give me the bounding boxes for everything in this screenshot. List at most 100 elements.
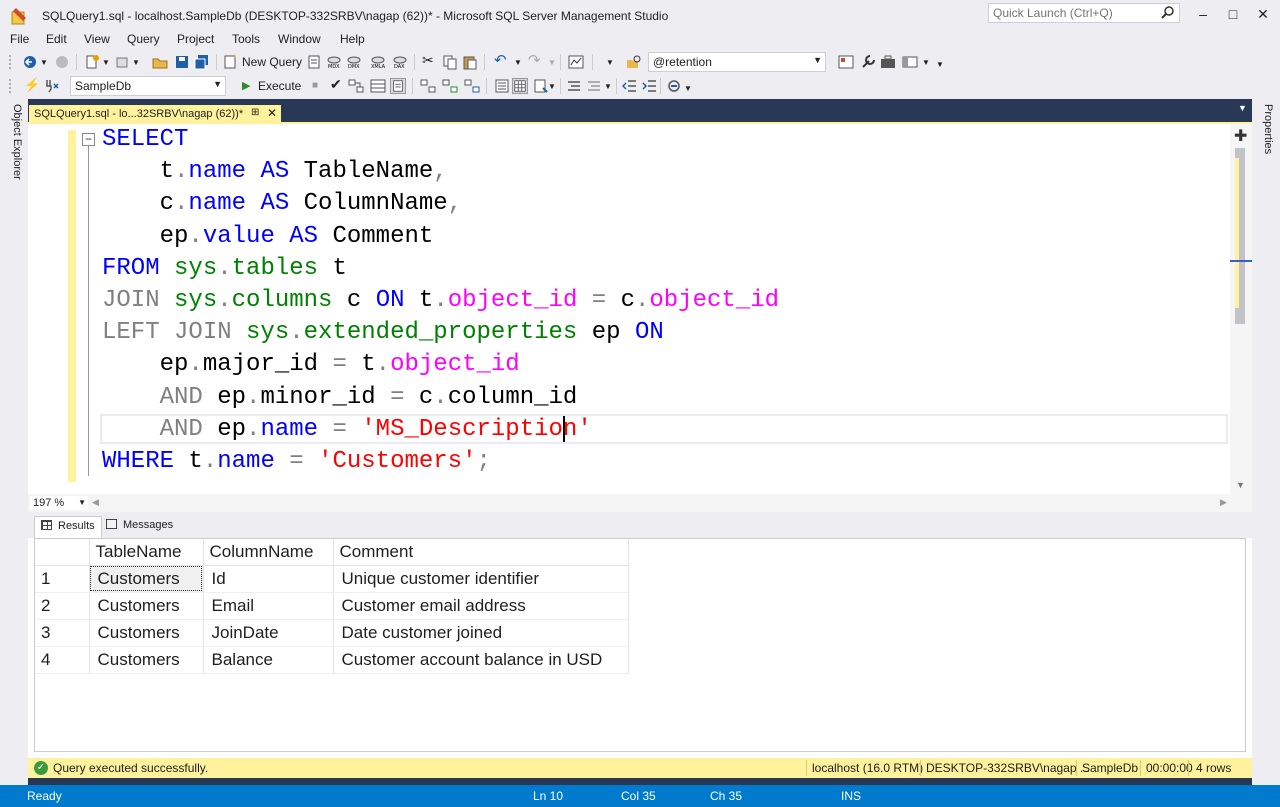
properties-tab[interactable]: Properties <box>1256 104 1274 164</box>
table-cell[interactable]: Id <box>203 565 334 593</box>
scroll-left-icon[interactable]: ◀ <box>92 497 99 508</box>
scroll-down-icon[interactable]: ▼ <box>1236 480 1245 490</box>
search-icon[interactable] <box>1161 6 1175 20</box>
copy-icon[interactable] <box>442 54 458 70</box>
uncomment-icon[interactable] <box>586 78 602 94</box>
tab-list-dropdown-icon[interactable]: ▼ <box>1238 103 1247 113</box>
tab-messages[interactable]: Messages <box>100 516 179 538</box>
table-cell[interactable]: Unique customer identifier <box>333 565 629 593</box>
zoom-combo[interactable]: 197 % ▼ <box>30 496 88 510</box>
row-number[interactable]: 1 <box>35 565 90 593</box>
execute-icon[interactable]: ▶ <box>242 79 250 92</box>
close-window-button[interactable]: ✕ <box>1248 4 1278 24</box>
redo-dropdown-icon[interactable]: ▼ <box>548 58 556 67</box>
database-engine-query-icon[interactable] <box>306 54 322 70</box>
specify-template-values-icon[interactable] <box>666 78 682 94</box>
table-cell[interactable]: Email <box>203 592 334 620</box>
include-actual-plan-icon[interactable] <box>420 78 436 94</box>
toolbox-icon[interactable] <box>880 54 896 70</box>
properties-wrench-icon[interactable] <box>860 54 876 70</box>
redo-icon[interactable]: ↷ <box>528 51 541 69</box>
solution-config-dropdown-icon[interactable]: ▼ <box>606 58 614 67</box>
decrease-indent-icon[interactable] <box>622 78 638 94</box>
scroll-right-icon[interactable]: ▶ <box>1220 497 1227 508</box>
close-tab-icon[interactable]: ✕ <box>267 106 277 120</box>
new-project-dropdown-icon[interactable]: ▼ <box>102 58 110 67</box>
object-explorer-tab[interactable]: Object Explorer <box>5 104 23 184</box>
quick-launch-input[interactable] <box>989 4 1157 22</box>
increase-indent-icon[interactable] <box>642 78 658 94</box>
undo-icon[interactable]: ↶ <box>494 51 507 69</box>
results-to-file-icon[interactable] <box>532 78 548 94</box>
toolbar-grip[interactable] <box>8 78 12 94</box>
table-cell[interactable]: Customer email address <box>333 592 629 620</box>
chevron-down-icon[interactable]: ▼ <box>78 496 86 510</box>
new-project-icon[interactable] <box>84 54 100 70</box>
minimize-button[interactable]: – <box>1188 4 1218 24</box>
parse-checkmark-icon[interactable]: ✔ <box>330 76 342 93</box>
sql-code[interactable]: SELECT t.name AS TableName, c.name AS Co… <box>102 124 779 478</box>
table-cell[interactable]: Customers <box>89 565 204 593</box>
connect-icon[interactable]: ⚡ <box>24 77 40 93</box>
pin-icon[interactable]: ⊞ <box>251 107 259 118</box>
table-cell[interactable]: JoinDate <box>203 619 334 647</box>
back-dropdown-icon[interactable]: ▼ <box>40 58 48 67</box>
activity-monitor-icon[interactable] <box>568 54 584 70</box>
xmla-query-icon[interactable]: XMLA <box>370 54 386 70</box>
dmx-query-icon[interactable]: DMX <box>346 54 362 70</box>
menu-tools[interactable]: Tools <box>232 32 260 46</box>
tab-results[interactable]: Results <box>34 516 102 538</box>
query-designer-icon[interactable] <box>370 78 386 94</box>
comment-out-icon[interactable] <box>566 78 582 94</box>
execute-button[interactable]: Execute <box>258 79 301 93</box>
comment-dropdown-icon[interactable]: ▼ <box>604 82 612 91</box>
menu-query[interactable]: Query <box>127 32 160 46</box>
results-to-grid-icon[interactable] <box>512 78 528 94</box>
back-icon[interactable] <box>22 54 38 70</box>
cut-icon[interactable]: ✂ <box>422 52 434 69</box>
add-item-icon[interactable] <box>114 54 130 70</box>
row-number[interactable]: 4 <box>35 646 90 674</box>
new-query-icon[interactable] <box>222 54 238 70</box>
column-header-columnname[interactable]: ColumnName <box>203 539 334 566</box>
toolbar-grip[interactable] <box>8 54 12 70</box>
new-query-button[interactable]: New Query <box>242 55 302 69</box>
window-layout-icon[interactable] <box>902 54 918 70</box>
display-estimated-plan-icon[interactable] <box>348 78 364 94</box>
collapse-outline-icon[interactable]: − <box>82 133 95 146</box>
toolbar-overflow-icon[interactable]: ▼ <box>684 84 692 93</box>
dax-query-icon[interactable]: DAX <box>392 54 408 70</box>
table-cell[interactable]: Customer account balance in USD <box>333 646 629 674</box>
table-cell[interactable]: Customers <box>89 646 204 674</box>
table-cell[interactable]: Balance <box>203 646 334 674</box>
paste-icon[interactable] <box>462 54 478 70</box>
find-in-files-icon[interactable] <box>626 54 642 70</box>
row-number-header[interactable] <box>35 539 90 566</box>
find-combo[interactable]: @retention ▼ <box>648 52 826 72</box>
editor-vertical-scrollbar[interactable]: ✚ ▼ <box>1230 124 1252 494</box>
menu-help[interactable]: Help <box>340 32 365 46</box>
save-all-icon[interactable] <box>194 54 210 70</box>
open-file-icon[interactable] <box>152 54 168 70</box>
table-cell[interactable]: Date customer joined <box>333 619 629 647</box>
add-item-dropdown-icon[interactable]: ▼ <box>132 58 140 67</box>
client-statistics-icon[interactable] <box>464 78 480 94</box>
undo-dropdown-icon[interactable]: ▼ <box>514 58 522 67</box>
layout-dropdown-icon[interactable]: ▼ <box>922 58 930 67</box>
solution-explorer-icon[interactable] <box>838 54 854 70</box>
menu-file[interactable]: File <box>10 32 29 46</box>
menu-view[interactable]: View <box>84 32 110 46</box>
menu-project[interactable]: Project <box>177 32 214 46</box>
live-query-stats-icon[interactable] <box>442 78 458 94</box>
forward-icon[interactable] <box>54 54 70 70</box>
quick-launch-box[interactable] <box>988 3 1180 23</box>
query-editor[interactable]: − SELECT t.name AS TableName, c.name AS … <box>28 124 1252 494</box>
results-dropdown-icon[interactable]: ▼ <box>548 82 556 91</box>
row-number[interactable]: 3 <box>35 619 90 647</box>
maximize-button[interactable]: □ <box>1218 4 1248 24</box>
results-to-text-mode-icon[interactable] <box>494 78 510 94</box>
split-window-icon[interactable]: ✚ <box>1234 126 1247 146</box>
menu-edit[interactable]: Edit <box>46 32 67 46</box>
editor-horizontal-scrollbar[interactable] <box>102 498 1220 508</box>
cancel-query-icon[interactable]: ■ <box>312 80 318 91</box>
